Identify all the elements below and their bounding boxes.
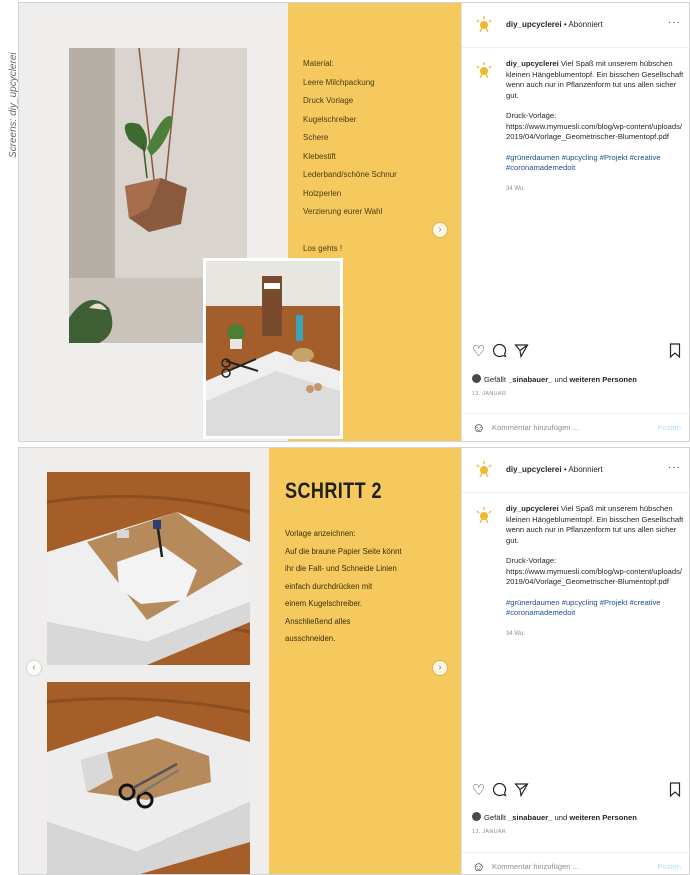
post-header: diy_upcyclerei • Abonniert ··· [462,3,689,48]
druck-label: Druck-Vorlage: [506,556,557,565]
action-bar: ♡ [472,782,681,800]
bookmark-icon[interactable] [669,782,681,800]
send-icon[interactable] [514,782,529,800]
step-instructions: Vorlage anzeichnen: Auf die braune Papie… [285,525,457,648]
material-item: Material: [303,59,334,68]
caption-username[interactable]: diy_upcyclerei [506,59,559,68]
material-item [303,222,453,241]
cutout-scissors-photo [47,682,250,874]
comment-box: ☺ Kommentar hinzufügen ... Posten [462,413,689,441]
step-title: SCHRITT 2 [285,478,382,503]
instagram-post-1: Material: Leere Milchpackung Druck Vorla… [18,2,690,442]
post-comment-button[interactable]: Posten [657,423,681,432]
photo-credit: Screens: diy_upcyclerei [8,52,19,158]
post-date: 13. JANUAR [472,391,507,397]
post-comment-button[interactable]: Posten [657,862,681,871]
smiley-icon[interactable]: ☺ [472,859,485,874]
heart-icon[interactable]: ♡ [472,343,485,361]
material-item: Holzperlen [303,188,342,198]
caption-avatar[interactable] [474,61,494,81]
caption-avatar[interactable] [474,506,494,526]
comment-icon[interactable] [492,782,507,800]
comment-box: ☺ Kommentar hinzufügen ... Posten [462,852,689,874]
materials-list: Material: Leere Milchpackung Druck Vorla… [303,55,453,259]
instruction-line: Auf die braune Papier Seite könnt [285,546,402,556]
hashtags[interactable]: #grünerdaumen #upcycling #Projekt #creat… [506,598,686,619]
caption-timestamp: 34 Wo. [506,630,525,637]
druck-url: https://www.mymuesli.com/blog/wp-content… [506,566,682,587]
material-item: Schere [303,133,329,142]
post-author[interactable]: diy_upcyclerei • Abonniert [506,465,603,474]
post-caption: diy_upcyclerei Viel Spaß mit unserem hüb… [506,59,686,204]
material-item: Kugelschreiber [303,114,357,124]
liker-avatar [472,374,481,383]
material-item: Leere Milchpackung [303,77,375,87]
instruction-line: Anschließend alles [285,616,351,626]
post-image-slide[interactable]: Material: Leere Milchpackung Druck Vorla… [19,3,461,441]
post-sidebar: diy_upcyclerei • Abonniert ··· diy_upcyc… [461,448,689,874]
heart-icon[interactable]: ♡ [472,782,485,800]
instruction-line: einem Kugelschreiber. [285,599,363,608]
post-header: diy_upcyclerei • Abonniert ··· [462,448,689,493]
likes-line[interactable]: Gefällt _sinabauer_ und weiteren Persone… [472,374,637,384]
material-item: Druck Vorlage [303,96,354,105]
material-item: Klebestift [303,151,336,161]
post-caption: diy_upcyclerei Viel Spaß mit unserem hüb… [506,504,686,649]
instruction-line: ausschneiden. [285,634,336,643]
comment-icon[interactable] [492,343,507,361]
liker-avatar [472,812,481,821]
material-item: Verzierung eurer Wahl [303,207,383,216]
post-date: 13. JANUAR [472,829,507,835]
instagram-post-2: SCHRITT 2 Vorlage anzeichnen: Auf die br… [18,447,690,875]
likes-line[interactable]: Gefällt _sinabauer_ und weiteren Persone… [472,812,637,822]
druck-label: Druck-Vorlage: [506,111,557,120]
next-slide-button[interactable]: › [433,223,447,237]
post-image-slide[interactable]: SCHRITT 2 Vorlage anzeichnen: Auf die br… [19,448,461,874]
next-slide-button[interactable]: › [433,661,447,675]
instruction-line: Vorlage anzeichnen: [285,529,356,538]
post-author[interactable]: diy_upcyclerei • Abonniert [506,20,603,29]
ellipsis-icon[interactable]: ··· [668,17,681,28]
yellow-panel [269,448,461,874]
send-icon[interactable] [514,343,529,361]
caption-timestamp: 34 Wo. [506,185,525,192]
material-item: Lederband/schöne Schnur [303,170,397,179]
post-sidebar: diy_upcyclerei • Abonniert ··· diy_upcyc… [461,3,689,441]
instruction-line: ihr die Falt- und Schneide Linien [285,564,397,573]
sun-logo-icon[interactable] [474,460,494,480]
ellipsis-icon[interactable]: ··· [668,462,681,473]
material-item: Los gehts ! [303,244,343,253]
comment-input[interactable]: Kommentar hinzufügen ... [492,862,579,871]
tracing-template-photo [47,472,250,665]
prev-slide-button[interactable]: ‹ [27,661,41,675]
smiley-icon[interactable]: ☺ [472,420,485,435]
materials-photo [203,258,343,439]
comment-input[interactable]: Kommentar hinzufügen ... [492,423,579,432]
druck-url: https://www.mymuesli.com/blog/wp-content… [506,121,682,142]
bookmark-icon[interactable] [669,343,681,361]
hashtags[interactable]: #grünerdaumen #upcycling #Projekt #creat… [506,153,686,174]
instruction-line: einfach durchdrücken mit [285,581,373,591]
action-bar: ♡ [472,343,681,361]
sun-logo-icon[interactable] [474,15,494,35]
caption-username[interactable]: diy_upcyclerei [506,504,559,513]
